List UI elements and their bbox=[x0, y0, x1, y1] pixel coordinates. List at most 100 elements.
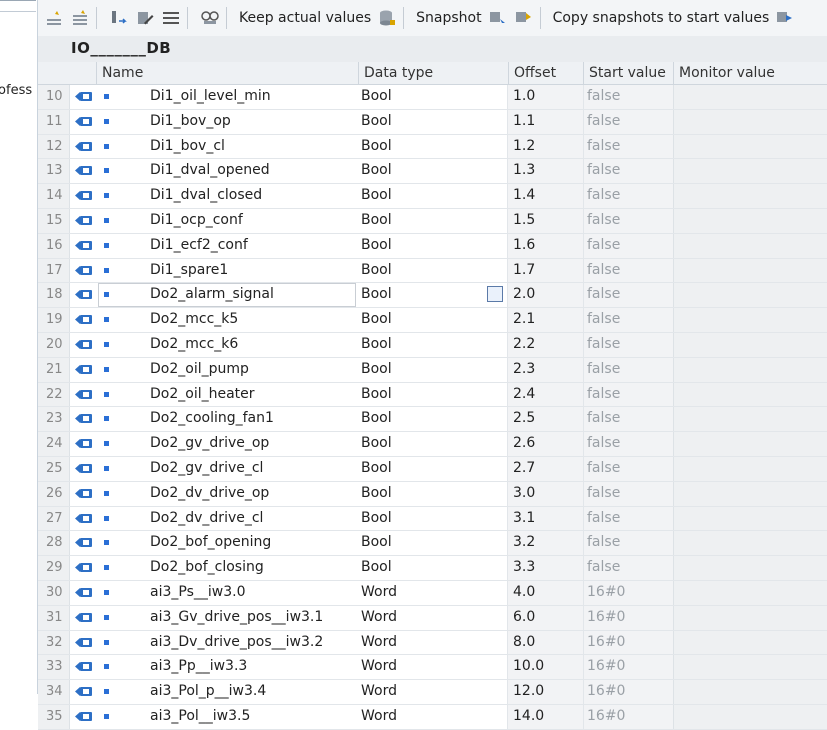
row-number[interactable]: 17 bbox=[38, 259, 70, 283]
tag-start-value[interactable]: false bbox=[587, 209, 620, 232]
tag-start-value[interactable]: false bbox=[587, 333, 620, 356]
table-row[interactable]: 14 Di1_dval_closed Bool 1.4 false bbox=[38, 184, 827, 209]
tag-start-value[interactable]: false bbox=[587, 283, 620, 306]
edit-icon[interactable] bbox=[135, 8, 155, 28]
tag-data-type[interactable]: Bool bbox=[361, 159, 392, 182]
tag-data-type[interactable]: Bool bbox=[361, 259, 392, 282]
table-row[interactable]: 27 Do2_dv_drive_cl Bool 3.1 false bbox=[38, 507, 827, 532]
row-number[interactable]: 13 bbox=[38, 159, 70, 183]
tag-data-type[interactable]: Bool bbox=[361, 358, 392, 381]
row-number[interactable]: 22 bbox=[38, 383, 70, 407]
tag-name[interactable]: Do2_mcc_k5 bbox=[150, 308, 238, 331]
tag-name[interactable]: Do2_gv_drive_cl bbox=[150, 457, 263, 480]
tag-data-type[interactable]: Bool bbox=[361, 308, 392, 331]
database-icon[interactable] bbox=[377, 8, 397, 28]
tag-start-value[interactable]: false bbox=[587, 556, 620, 579]
tag-data-type[interactable]: Bool bbox=[361, 234, 392, 257]
table-row[interactable]: 26 Do2_dv_drive_op Bool 3.0 false bbox=[38, 482, 827, 507]
table-row[interactable]: 33 ai3_Pp__iw3.3 Word 10.0 16#0 bbox=[38, 655, 827, 680]
tag-data-type[interactable]: Word bbox=[361, 581, 397, 604]
tag-data-type[interactable]: Word bbox=[361, 606, 397, 629]
tag-data-type[interactable]: Bool bbox=[361, 457, 392, 480]
table-row[interactable]: 28 Do2_bof_opening Bool 3.2 false bbox=[38, 531, 827, 556]
tag-data-type[interactable]: Bool bbox=[361, 110, 392, 133]
row-number[interactable]: 34 bbox=[38, 680, 70, 704]
table-row[interactable]: 16 Di1_ecf2_conf Bool 1.6 false bbox=[38, 234, 827, 259]
tag-name[interactable]: Do2_cooling_fan1 bbox=[150, 407, 274, 430]
tag-name[interactable]: Do2_oil_pump bbox=[150, 358, 249, 381]
row-number[interactable]: 32 bbox=[38, 631, 70, 655]
row-number[interactable]: 24 bbox=[38, 432, 70, 456]
table-row[interactable]: 29 Do2_bof_closing Bool 3.3 false bbox=[38, 556, 827, 581]
row-number[interactable]: 11 bbox=[38, 110, 70, 134]
table-row[interactable]: 32 ai3_Dv_drive_pos__iw3.2 Word 8.0 16#0 bbox=[38, 631, 827, 656]
table-row[interactable]: 10 Di1_oil_level_min Bool 1.0 false bbox=[38, 85, 827, 110]
row-number[interactable]: 19 bbox=[38, 308, 70, 332]
tag-start-value[interactable]: false bbox=[587, 184, 620, 207]
table-row[interactable]: 21 Do2_oil_pump Bool 2.3 false bbox=[38, 358, 827, 383]
tag-data-type[interactable]: Bool bbox=[361, 531, 392, 554]
tag-name[interactable]: ai3_Pp__iw3.3 bbox=[150, 655, 247, 678]
list-icon[interactable] bbox=[161, 8, 181, 28]
table-row[interactable]: 25 Do2_gv_drive_cl Bool 2.7 false bbox=[38, 457, 827, 482]
snapshot-button[interactable]: Snapshot bbox=[416, 10, 481, 26]
tag-start-value[interactable]: false bbox=[587, 85, 620, 108]
tag-data-type[interactable]: Bool bbox=[361, 482, 392, 505]
tag-name[interactable]: Di1_spare1 bbox=[150, 259, 228, 282]
copy-snapshots-to-start-values-button[interactable]: Copy snapshots to start values bbox=[553, 10, 770, 26]
table-row[interactable]: 24 Do2_gv_drive_op Bool 2.6 false bbox=[38, 432, 827, 457]
row-number[interactable]: 10 bbox=[38, 85, 70, 109]
tag-start-value[interactable]: false bbox=[587, 531, 620, 554]
add-row-icon[interactable] bbox=[70, 8, 90, 28]
tag-name[interactable]: Do2_bof_opening bbox=[150, 531, 271, 554]
row-number[interactable]: 33 bbox=[38, 655, 70, 679]
tag-name[interactable]: Do2_gv_drive_op bbox=[150, 432, 269, 455]
table-row[interactable]: 35 ai3_Pol__iw3.5 Word 14.0 16#0 bbox=[38, 705, 827, 730]
table-row[interactable]: 17 Di1_spare1 Bool 1.7 false bbox=[38, 259, 827, 284]
tag-start-value[interactable]: 16#0 bbox=[587, 680, 625, 703]
tag-name[interactable]: ai3_Gv_drive_pos__iw3.1 bbox=[150, 606, 323, 629]
row-number[interactable]: 18 bbox=[38, 283, 70, 307]
keep-actual-values-button[interactable]: Keep actual values bbox=[239, 10, 371, 26]
reset-start-values-icon[interactable] bbox=[109, 8, 129, 28]
row-number[interactable]: 25 bbox=[38, 457, 70, 481]
data-type-picker-button[interactable] bbox=[487, 286, 503, 302]
tag-name[interactable]: Di1_ocp_conf bbox=[150, 209, 243, 232]
tag-name[interactable]: Do2_dv_drive_cl bbox=[150, 507, 263, 530]
tag-start-value[interactable]: false bbox=[587, 507, 620, 530]
table-row[interactable]: 15 Di1_ocp_conf Bool 1.5 false bbox=[38, 209, 827, 234]
table-row[interactable]: 31 ai3_Gv_drive_pos__iw3.1 Word 6.0 16#0 bbox=[38, 606, 827, 631]
tag-start-value[interactable]: false bbox=[587, 110, 620, 133]
tag-data-type[interactable]: Bool bbox=[361, 283, 392, 306]
tag-start-value[interactable]: false bbox=[587, 457, 620, 480]
tag-name[interactable]: Di1_oil_level_min bbox=[150, 85, 271, 108]
tag-start-value[interactable]: false bbox=[587, 234, 620, 257]
row-number[interactable]: 21 bbox=[38, 358, 70, 382]
tag-name[interactable]: Di1_bov_op bbox=[150, 110, 231, 133]
table-row[interactable]: 30 ai3_Ps__iw3.0 Word 4.0 16#0 bbox=[38, 581, 827, 606]
tag-data-type[interactable]: Bool bbox=[361, 556, 392, 579]
tag-start-value[interactable]: 16#0 bbox=[587, 631, 625, 654]
tag-start-value[interactable]: false bbox=[587, 383, 620, 406]
row-number[interactable]: 16 bbox=[38, 234, 70, 258]
row-number[interactable]: 29 bbox=[38, 556, 70, 580]
tag-start-value[interactable]: false bbox=[587, 482, 620, 505]
tag-data-type[interactable]: Word bbox=[361, 631, 397, 654]
row-number[interactable]: 23 bbox=[38, 407, 70, 431]
copy-snapshot-icon[interactable] bbox=[488, 8, 508, 28]
tag-data-type[interactable]: Bool bbox=[361, 184, 392, 207]
row-number[interactable]: 20 bbox=[38, 333, 70, 357]
table-row[interactable]: 22 Do2_oil_heater Bool 2.4 false bbox=[38, 383, 827, 408]
table-row[interactable]: 13 Di1_dval_opened Bool 1.3 false bbox=[38, 159, 827, 184]
row-number[interactable]: 27 bbox=[38, 507, 70, 531]
insert-row-icon[interactable] bbox=[44, 8, 64, 28]
tag-start-value[interactable]: false bbox=[587, 259, 620, 282]
table-row[interactable]: 20 Do2_mcc_k6 Bool 2.2 false bbox=[38, 333, 827, 358]
tag-name[interactable]: ai3_Ps__iw3.0 bbox=[150, 581, 245, 604]
tag-name[interactable]: Do2_oil_heater bbox=[150, 383, 255, 406]
table-row[interactable]: 18 Do2_alarm_signal Bool 2.0 false bbox=[38, 283, 827, 308]
tag-start-value[interactable]: false bbox=[587, 407, 620, 430]
column-header-monitor-value[interactable]: Monitor value bbox=[673, 62, 823, 84]
column-header-data-type[interactable]: Data type bbox=[358, 62, 508, 84]
tag-name[interactable]: ai3_Dv_drive_pos__iw3.2 bbox=[150, 631, 323, 654]
